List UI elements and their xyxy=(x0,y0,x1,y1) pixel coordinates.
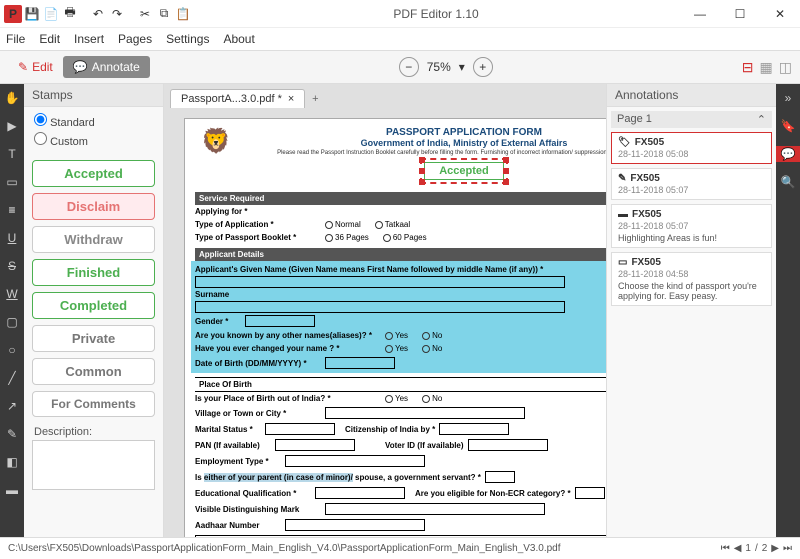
new-tab-button[interactable]: + xyxy=(305,90,325,108)
pdf-page: 🦁 PASSPORT APPLICATION FORM Government o… xyxy=(184,118,606,537)
document-area: PassportA...3.0.pdf *× + 🦁 PASSPORT APPL… xyxy=(164,84,606,537)
annotation-page-group[interactable]: Page 1⌃ xyxy=(611,111,772,128)
page-total: 2 xyxy=(762,543,768,554)
line-icon[interactable]: ╱ xyxy=(4,370,20,386)
stamp-accepted[interactable]: Accepted xyxy=(32,160,155,187)
pencil-icon: ✎ xyxy=(18,60,28,74)
emblem-icon: 🦁 xyxy=(201,127,231,157)
annotation-item[interactable]: ✎FX505 28-11-2018 05:07 xyxy=(611,168,772,200)
mode-toolbar: ✎Edit 💬Annotate − 75% ▾ + ⊟ ▦ ◫ xyxy=(0,50,800,84)
stamp-withdraw[interactable]: Withdraw xyxy=(32,226,155,253)
pencil-annotation-icon: ✎ xyxy=(618,173,626,184)
placed-stamp[interactable]: Accepted xyxy=(420,158,508,184)
menubar: File Edit Insert Pages Settings About xyxy=(0,28,800,50)
first-page-button[interactable]: ⏮ xyxy=(721,543,730,554)
prev-page-button[interactable]: ◀ xyxy=(734,543,742,554)
cut-icon[interactable]: ✂ xyxy=(136,5,154,23)
strike-icon[interactable]: S xyxy=(4,258,20,274)
annotate-mode-button[interactable]: 💬Annotate xyxy=(63,56,150,78)
file-path: C:\Users\FX505\Downloads\PassportApplica… xyxy=(8,543,721,554)
save-icon[interactable]: 💾 xyxy=(23,5,41,23)
maximize-button[interactable]: ☐ xyxy=(720,0,760,28)
stamp-private[interactable]: Private xyxy=(32,325,155,352)
zoom-level[interactable]: 75% xyxy=(427,60,451,74)
annotations-panel: Annotations Page 1⌃ 🏷FX505 28-11-2018 05… xyxy=(606,84,776,537)
document-tab[interactable]: PassportA...3.0.pdf *× xyxy=(170,89,305,108)
menu-pages[interactable]: Pages xyxy=(118,32,152,46)
open-icon[interactable]: 📄 xyxy=(42,5,60,23)
circle-icon[interactable]: ○ xyxy=(4,342,20,358)
expand-icon[interactable]: » xyxy=(780,90,796,106)
annotation-item[interactable]: ▭FX505 28-11-2018 04:58 Choose the kind … xyxy=(611,252,772,306)
zoom-dropdown-icon[interactable]: ▾ xyxy=(459,60,465,74)
pencil-tool-icon[interactable]: ✎ xyxy=(4,426,20,442)
stamp-annotation-icon: 🏷 xyxy=(618,137,631,148)
next-page-button[interactable]: ▶ xyxy=(771,543,779,554)
menu-about[interactable]: About xyxy=(223,32,254,46)
annotation-item[interactable]: ▬FX505 28-11-2018 05:07 Highlighting Are… xyxy=(611,204,772,248)
page-canvas[interactable]: 🦁 PASSPORT APPLICATION FORM Government o… xyxy=(164,108,606,537)
edit-mode-button[interactable]: ✎Edit xyxy=(8,56,63,78)
last-page-button[interactable]: ⏭ xyxy=(783,543,792,554)
search-icon[interactable]: 🔍 xyxy=(780,174,796,190)
stamp-icon[interactable]: ≡ xyxy=(4,202,20,218)
menu-edit[interactable]: Edit xyxy=(39,32,60,46)
note-annotation-icon: ▭ xyxy=(618,257,627,268)
description-label: Description: xyxy=(24,420,163,440)
stamp-custom-radio[interactable]: Custom xyxy=(34,132,153,148)
stamps-panel: Stamps Standard Custom Accepted Disclaim… xyxy=(24,84,164,537)
rect-icon[interactable]: ▢ xyxy=(4,314,20,330)
arrow-icon[interactable]: ↗ xyxy=(4,398,20,414)
app-title: PDF Editor 1.10 xyxy=(192,7,680,21)
pointer-icon[interactable]: ▶ xyxy=(4,118,20,134)
stamp-finished[interactable]: Finished xyxy=(32,259,155,286)
annotations-tab-icon[interactable]: 💬 xyxy=(776,146,800,162)
zoom-out-button[interactable]: − xyxy=(399,57,419,77)
page-number[interactable]: 1 xyxy=(745,543,751,554)
left-tool-strip: ✋ ▶ T ▭ ≡ U S W ▢ ○ ╱ ↗ ✎ ◧ ▬ xyxy=(0,84,24,537)
underline-icon[interactable]: U xyxy=(4,230,20,246)
highlight-icon[interactable]: ▬ xyxy=(4,482,20,498)
annotation-item[interactable]: 🏷FX505 28-11-2018 05:08 xyxy=(611,132,772,164)
right-tool-strip: » 🔖 💬 🔍 xyxy=(776,84,800,537)
stamp-completed[interactable]: Completed xyxy=(32,292,155,319)
highlight-annotation-icon: ▬ xyxy=(618,209,628,220)
note-icon[interactable]: ▭ xyxy=(4,174,20,190)
copy-icon[interactable]: ⧉ xyxy=(155,5,173,23)
undo-icon[interactable]: ↶ xyxy=(89,5,107,23)
hand-icon[interactable]: ✋ xyxy=(4,90,20,106)
titlebar: P 💾 📄 🖶 ↶ ↷ ✂ ⧉ 📋 PDF Editor 1.10 — ☐ ✕ xyxy=(0,0,800,28)
print-icon[interactable]: 🖶 xyxy=(61,5,79,23)
zoom-in-button[interactable]: + xyxy=(473,57,493,77)
squiggly-icon[interactable]: W xyxy=(4,286,20,302)
paste-icon[interactable]: 📋 xyxy=(174,5,192,23)
text-icon[interactable]: T xyxy=(4,146,20,162)
close-button[interactable]: ✕ xyxy=(760,0,800,28)
tab-close-icon[interactable]: × xyxy=(288,93,294,105)
comment-icon: 💬 xyxy=(73,60,88,74)
view-grid-icon[interactable]: ▦ xyxy=(760,59,773,76)
menu-settings[interactable]: Settings xyxy=(166,32,209,46)
view-single-icon[interactable]: ⊟ xyxy=(742,59,754,76)
menu-file[interactable]: File xyxy=(6,32,25,46)
app-icon: P xyxy=(4,5,22,23)
minimize-button[interactable]: — xyxy=(680,0,720,28)
menu-insert[interactable]: Insert xyxy=(74,32,104,46)
collapse-icon[interactable]: ⌃ xyxy=(757,113,766,126)
stamps-header: Stamps xyxy=(24,84,163,107)
highlight-annotation[interactable]: Applicant's Given Name (Given Name means… xyxy=(191,261,606,373)
description-input[interactable] xyxy=(32,440,155,490)
stamp-for-comments[interactable]: For Comments xyxy=(32,391,155,417)
eraser-icon[interactable]: ◧ xyxy=(4,454,20,470)
stamp-standard-radio[interactable]: Standard xyxy=(34,113,153,129)
annotations-header: Annotations xyxy=(607,84,776,107)
view-book-icon[interactable]: ◫ xyxy=(779,59,792,76)
redo-icon[interactable]: ↷ xyxy=(108,5,126,23)
stamp-common[interactable]: Common xyxy=(32,358,155,385)
stamp-disclaim[interactable]: Disclaim xyxy=(32,193,155,220)
bookmark-icon[interactable]: 🔖 xyxy=(780,118,796,134)
status-bar: C:\Users\FX505\Downloads\PassportApplica… xyxy=(0,537,800,559)
